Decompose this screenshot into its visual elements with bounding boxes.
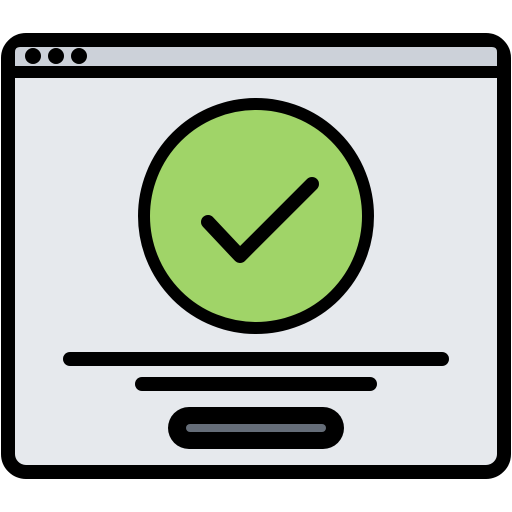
titlebar-dot-3: [71, 48, 87, 64]
success-badge: [138, 98, 374, 334]
action-button[interactable]: [168, 407, 344, 449]
titlebar-dot-2: [48, 48, 64, 64]
browser-window-success-illustration: [0, 0, 512, 512]
titlebar-dot-1: [25, 48, 41, 64]
action-button-inner: [186, 424, 326, 432]
browser-window-success-icon: [1, 33, 511, 479]
